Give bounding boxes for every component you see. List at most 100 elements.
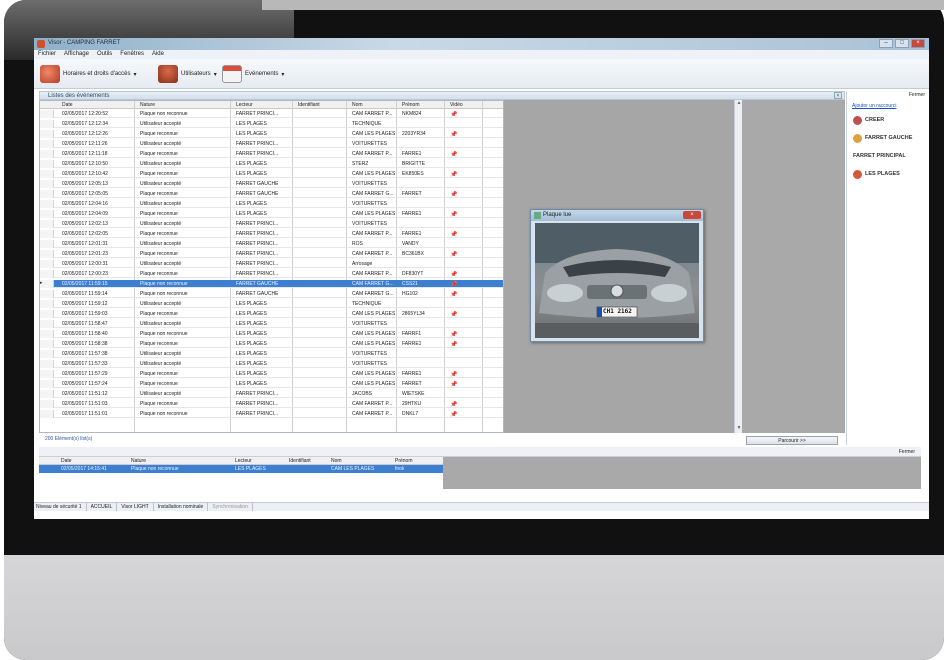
table-row[interactable]: 02/05/2017 11:51:01 Plaque non reconnue FA…	[40, 410, 503, 418]
column-header[interactable]: Vidéo	[450, 102, 463, 108]
row-header[interactable]	[40, 240, 54, 248]
table-row[interactable]: 02/05/2017 12:00:31 Utilisateur accepté FA…	[40, 260, 503, 268]
table-row[interactable]: 02/05/2017 12:11:18 Plaque reconnue FARRET…	[40, 150, 503, 158]
table-row[interactable]: 02/05/2017 12:11:26 Utilisateur accepté FA…	[40, 140, 503, 148]
table-row[interactable]: 02/05/2017 12:12:26 Plaque reconnue LES PL…	[40, 130, 503, 138]
table-row[interactable]: 02/05/2017 12:05:05 Plaque reconnue FARRET…	[40, 190, 503, 198]
table-row[interactable]: 02/05/2017 12:04:16 Utilisateur accepté LE…	[40, 200, 503, 208]
video-pin-icon[interactable]: 📌	[450, 251, 457, 258]
video-pin-icon[interactable]: 📌	[450, 291, 457, 298]
row-header[interactable]	[40, 160, 54, 168]
table-row[interactable]: ▸ 02/05/2017 11:59:15 Plaque non reconnue F…	[40, 280, 503, 288]
row-header[interactable]	[40, 410, 54, 418]
video-pin-icon[interactable]: 📌	[450, 311, 457, 318]
plate-window[interactable]: Plaque lue × CH1 2162	[530, 209, 704, 342]
table-row[interactable]: 02/05/2017 12:10:50 Utilisateur accepté LE…	[40, 160, 503, 168]
column-header[interactable]: Lecteur	[236, 102, 253, 108]
table-row[interactable]: 02/05/2017 12:10:42 Plaque reconnue LES PL…	[40, 170, 503, 178]
table-row[interactable]: 02/05/2017 11:58:40 Plaque non reconnue LE…	[40, 330, 503, 338]
row-header[interactable]	[40, 260, 54, 268]
table-row[interactable]: 02/05/2017 12:02:13 Utilisateur accepté FA…	[40, 220, 503, 228]
row-header[interactable]	[40, 120, 54, 128]
table-row[interactable]: 02/05/2017 12:02:05 Plaque reconnue FARRET…	[40, 230, 503, 238]
table-row[interactable]: 02/05/2017 12:12:34 Utilisateur accepté LE…	[40, 120, 503, 128]
table-row[interactable]: 02/05/2017 11:51:12 Utilisateur accepté FA…	[40, 390, 503, 398]
menu-fichier[interactable]: Fichier	[38, 50, 56, 59]
toolbar-access-rights[interactable]: Horaires et droits d'accès ▾	[40, 65, 137, 83]
column-header[interactable]: Lecteur	[235, 458, 252, 464]
row-header[interactable]	[40, 150, 54, 158]
row-header[interactable]	[40, 370, 54, 378]
row-header[interactable]	[40, 200, 54, 208]
row-header[interactable]	[40, 350, 54, 358]
video-pin-icon[interactable]: 📌	[450, 211, 457, 218]
row-header[interactable]	[40, 340, 54, 348]
column-header[interactable]: Nom	[331, 458, 342, 464]
row-header[interactable]	[40, 230, 54, 238]
row-header[interactable]	[40, 270, 54, 278]
column-header[interactable]: Identifiant	[289, 458, 311, 464]
table-row[interactable]: 02/05/2017 11:57:33 Utilisateur accepté LE…	[40, 360, 503, 368]
video-pin-icon[interactable]: 📌	[450, 401, 457, 408]
table-row[interactable]: 02/05/2017 12:04:09 Plaque reconnue LES PL…	[40, 210, 503, 218]
table-row[interactable]: 02/05/2017 11:57:24 Plaque reconnue LES PL…	[40, 380, 503, 388]
video-pin-icon[interactable]: 📌	[450, 111, 457, 118]
table-row[interactable]: 02/05/2017 11:59:14 Plaque non reconnue FA…	[40, 290, 503, 298]
maximize-button[interactable]: □	[895, 39, 909, 48]
table-row[interactable]: 02/05/2017 11:58:38 Plaque reconnue LES PL…	[40, 340, 503, 348]
browse-button[interactable]: Parcourir >>	[746, 436, 838, 445]
sidebar-item-les-plages[interactable]: LES PLAGES	[853, 167, 900, 181]
bottom-close-button[interactable]: Fermer	[899, 449, 915, 455]
table-row[interactable]: 02/05/2017 11:59:03 Plaque reconnue LES PL…	[40, 310, 503, 318]
table-row[interactable]: 02/05/2017 11:59:12 Utilisateur accepté LE…	[40, 300, 503, 308]
row-header[interactable]	[40, 170, 54, 178]
video-pin-icon[interactable]: 📌	[450, 281, 457, 288]
table-row[interactable]: 02/05/2017 11:51:03 Plaque reconnue FARRET…	[40, 400, 503, 408]
column-header[interactable]: Date	[62, 102, 73, 108]
table-row[interactable]: 02/05/2017 11:57:29 Plaque reconnue LES PL…	[40, 370, 503, 378]
row-header[interactable]	[40, 390, 54, 398]
column-header[interactable]: Prénom	[395, 458, 413, 464]
row-header[interactable]	[40, 330, 54, 338]
menu-affichage[interactable]: Affichage	[64, 50, 89, 59]
toolbar-users[interactable]: Utilisateurs ▾	[158, 65, 217, 83]
panel-close-button[interactable]: ×	[834, 92, 842, 99]
column-header[interactable]: Nature	[140, 102, 155, 108]
row-header[interactable]	[40, 180, 54, 188]
column-header[interactable]: Nom	[352, 102, 363, 108]
video-pin-icon[interactable]: 📌	[450, 331, 457, 338]
video-pin-icon[interactable]: 📌	[450, 131, 457, 138]
table-row[interactable]: 02/05/2017 12:20:52 Plaque non reconnue FA…	[40, 110, 503, 118]
row-header[interactable]	[40, 400, 54, 408]
table-row[interactable]: 02/05/2017 12:01:23 Plaque reconnue FARRET…	[40, 250, 503, 258]
bottom-table-row[interactable]: 02/05/2017 14:15:41 Plaque non reconnue LE…	[39, 465, 443, 473]
video-pin-icon[interactable]: 📌	[450, 271, 457, 278]
row-header[interactable]	[40, 290, 54, 298]
row-header[interactable]	[40, 360, 54, 368]
row-header[interactable]	[40, 310, 54, 318]
table-row[interactable]: 02/05/2017 11:58:47 Utilisateur accepté LE…	[40, 320, 503, 328]
row-header[interactable]	[40, 130, 54, 138]
sidebar-item-farret-gauche[interactable]: FARRET GAUCHE	[853, 131, 912, 145]
video-pin-icon[interactable]: 📌	[450, 341, 457, 348]
menu-fenetres[interactable]: Fenêtres	[120, 50, 144, 59]
close-window-button[interactable]: ×	[911, 39, 925, 48]
video-pin-icon[interactable]: 📌	[450, 191, 457, 198]
table-row[interactable]: 02/05/2017 11:57:38 Utilisateur accepté LE…	[40, 350, 503, 358]
video-pin-icon[interactable]: 📌	[450, 151, 457, 158]
row-header[interactable]	[40, 380, 54, 388]
table-row[interactable]: 02/05/2017 12:00:23 Plaque reconnue FARRET…	[40, 270, 503, 278]
video-pin-icon[interactable]: 📌	[450, 231, 457, 238]
video-pin-icon[interactable]: 📌	[450, 371, 457, 378]
video-pin-icon[interactable]: 📌	[450, 381, 457, 388]
menu-aide[interactable]: Aide	[152, 50, 164, 59]
column-header[interactable]: Nature	[131, 458, 146, 464]
row-header[interactable]	[40, 250, 54, 258]
row-header[interactable]	[40, 210, 54, 218]
toolbar-events[interactable]: Evénements ▾	[222, 65, 284, 83]
row-header[interactable]	[40, 140, 54, 148]
column-header[interactable]: Date	[61, 458, 72, 464]
row-header[interactable]	[40, 220, 54, 228]
sidebar-close-button[interactable]: Fermer	[909, 92, 925, 98]
minimize-button[interactable]: –	[879, 39, 893, 48]
